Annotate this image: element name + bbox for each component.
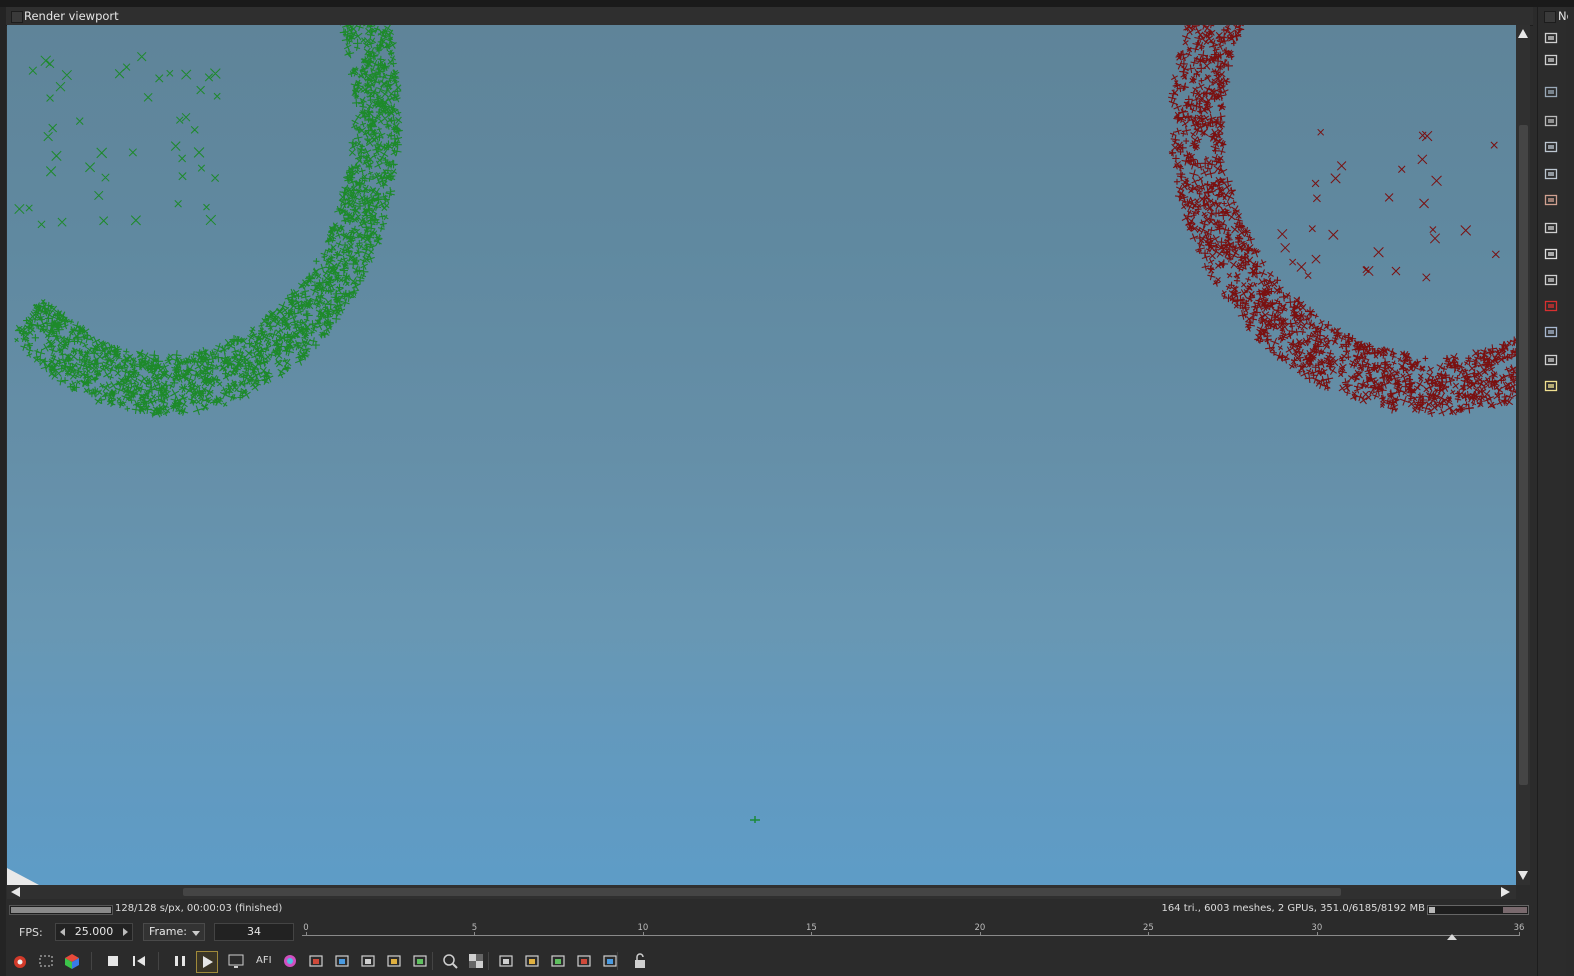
- title-strip: [0, 0, 1574, 7]
- toolbar-separator: [91, 952, 92, 970]
- zoom-icon[interactable]: [440, 951, 460, 971]
- timeline-tick-label: 15: [805, 923, 817, 933]
- vertical-scrollbar[interactable]: [1516, 25, 1530, 885]
- timeline-playhead[interactable]: [1446, 934, 1457, 940]
- small-object-marker: [750, 816, 760, 823]
- timeline-bar: FPS: 25.000 Frame: 34 0 5 10 15 20 25 30 36: [7, 921, 1531, 943]
- green-particle-ring: [14, 25, 403, 418]
- red-particle-ring-marks: [1167, 25, 1516, 418]
- rendered-image: [7, 25, 1516, 885]
- red-particle-ring: [1167, 25, 1516, 418]
- timeline-tick-label: 10: [637, 923, 649, 933]
- red-cube-icon[interactable]: [1544, 299, 1558, 313]
- timeline-baseline: [302, 935, 1520, 936]
- material-icon[interactable]: [1544, 114, 1558, 128]
- clay-icon[interactable]: [410, 951, 430, 971]
- render-viewport-header: Render viewport: [6, 7, 1533, 26]
- toolbar-separator: [432, 952, 433, 970]
- color-cube-icon[interactable]: [62, 951, 82, 971]
- display-icon[interactable]: [226, 951, 246, 971]
- node-graph-icon[interactable]: [1544, 140, 1558, 154]
- scroll-down-arrow[interactable]: [1518, 871, 1528, 880]
- timeline-ruler[interactable]: 0 5 10 15 20 25 30 36: [302, 921, 1524, 943]
- restart-icon[interactable]: [129, 951, 149, 971]
- red-particle-scatter: [1277, 128, 1500, 282]
- fire-icon[interactable]: [10, 951, 30, 971]
- crop-icon[interactable]: [384, 951, 404, 971]
- render-viewport[interactable]: [7, 25, 1516, 885]
- green-particle-scatter-marks: [14, 51, 221, 229]
- side-toolbar: No: [1537, 7, 1568, 976]
- frame-mode-dropdown[interactable]: Frame:: [143, 923, 205, 941]
- frame-mode-label: Frame:: [149, 925, 187, 938]
- export-icon[interactable]: [548, 951, 568, 971]
- vertical-scroll-thumb[interactable]: [1519, 125, 1528, 785]
- green-particle-scatter: [14, 51, 221, 229]
- fps-spinbox[interactable]: 25.000: [55, 923, 133, 941]
- camera-frame-icon[interactable]: [1544, 221, 1558, 235]
- render-settings-icon[interactable]: [1544, 167, 1558, 181]
- region-icon[interactable]: [36, 951, 56, 971]
- light-icon[interactable]: [1544, 379, 1558, 393]
- status-bar: 128/128 s/px, 00:00:03 (finished) 164 tr…: [7, 901, 1531, 918]
- frame-number-field[interactable]: 34: [214, 923, 294, 941]
- material-picker-icon[interactable]: [358, 951, 378, 971]
- color-wheel-icon[interactable]: [280, 951, 300, 971]
- outliner-icon[interactable]: [1544, 53, 1558, 67]
- afi-icon[interactable]: AFI: [254, 951, 274, 971]
- pause-icon[interactable]: [170, 951, 190, 971]
- copy-icon[interactable]: [574, 951, 594, 971]
- timeline-tick-label: 36: [1513, 923, 1525, 933]
- stop-icon[interactable]: [103, 951, 123, 971]
- chevron-down-icon: [192, 931, 200, 936]
- side-panel-checkbox[interactable]: [1544, 11, 1556, 23]
- fps-value[interactable]: 25.000: [56, 925, 132, 938]
- horizontal-scroll-thumb[interactable]: [183, 888, 1341, 896]
- clock-icon[interactable]: [1544, 247, 1558, 261]
- compare-icon[interactable]: [600, 951, 620, 971]
- refresh-icon[interactable]: [306, 951, 326, 971]
- timeline-tick-label: 0: [303, 923, 309, 933]
- render-progress-bar: [9, 905, 113, 915]
- memory-bar: [1427, 905, 1529, 915]
- play-icon[interactable]: [196, 951, 218, 973]
- side-panel-title: No: [1558, 9, 1568, 23]
- render-toolbar: AFI: [7, 947, 1531, 975]
- geometry-icon[interactable]: [1544, 325, 1558, 339]
- scroll-right-arrow[interactable]: [1501, 887, 1510, 897]
- toolbar-separator: [158, 952, 159, 970]
- scroll-up-arrow[interactable]: [1518, 29, 1528, 38]
- horizontal-scrollbar[interactable]: [7, 885, 1516, 899]
- timeline-tick-label: 30: [1311, 923, 1323, 933]
- fluid-icon[interactable]: [1544, 193, 1558, 207]
- sampling-icon[interactable]: [496, 951, 516, 971]
- panel-title: Render viewport: [24, 9, 119, 23]
- picture-icon[interactable]: [1544, 353, 1558, 367]
- green-particle-ring-marks: [14, 25, 403, 418]
- red-particle-scatter-marks: [1277, 128, 1500, 282]
- scene-info: 164 tri., 6003 meshes, 2 GPUs, 351.0/618…: [1161, 903, 1425, 914]
- toolbar-separator: [488, 952, 489, 970]
- layers-icon[interactable]: [1544, 31, 1558, 45]
- image-icon[interactable]: [1544, 85, 1558, 99]
- afi-label: AFI: [256, 955, 272, 966]
- timeline-tick-label: 20: [974, 923, 986, 933]
- left-edge: [0, 7, 6, 976]
- samples-status: 128/128 s/px, 00:00:03 (finished): [115, 903, 283, 914]
- scroll-left-arrow[interactable]: [11, 887, 20, 897]
- imager-icon[interactable]: [1544, 273, 1558, 287]
- fps-label: FPS:: [19, 926, 43, 939]
- fps-increment-arrow[interactable]: [123, 928, 128, 936]
- lock-icon[interactable]: [630, 951, 650, 971]
- save-icon[interactable]: [522, 951, 542, 971]
- viewport-corner-glare: [7, 868, 39, 885]
- focus-icon[interactable]: [332, 951, 352, 971]
- timeline-tick-label: 25: [1142, 923, 1154, 933]
- checker-icon[interactable]: [466, 951, 486, 971]
- panel-checkbox[interactable]: [11, 11, 23, 23]
- frame-number-value[interactable]: 34: [215, 925, 293, 938]
- timeline-tick-label: 5: [471, 923, 478, 933]
